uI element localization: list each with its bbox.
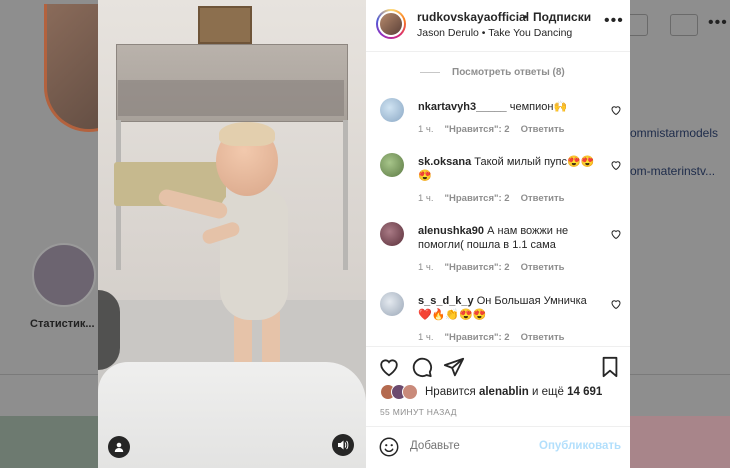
post-panel: rudkovskayaofficial • Подписки Jason Der… <box>366 0 630 468</box>
commenter-avatar[interactable] <box>380 292 404 316</box>
comment-text: sk.oksana Такой милый пупс😍😍😍 <box>418 155 602 183</box>
bg-dropdown-button <box>670 14 698 36</box>
save-bookmark-icon[interactable] <box>600 356 620 378</box>
commenter-avatar[interactable] <box>380 153 404 177</box>
share-paper-plane-icon[interactable] <box>443 356 465 378</box>
comment-username[interactable]: s_s_d_k_y <box>418 295 474 307</box>
comment-meta: 1 ч. "Нравится": 2 Ответить <box>418 332 565 343</box>
post-video[interactable] <box>98 0 366 468</box>
divider <box>366 346 630 347</box>
bg-more-icon: ••• <box>708 14 728 31</box>
author-avatar[interactable] <box>376 9 406 39</box>
comment-time[interactable]: 1 ч. <box>418 332 434 343</box>
bg-bio-link-2: om-materinstv... <box>630 164 716 178</box>
likes-prefix: Нравится <box>425 386 476 398</box>
comment-username[interactable]: sk.oksana <box>418 156 471 168</box>
post-header: rudkovskayaofficial • Подписки Jason Der… <box>366 0 630 52</box>
likes-count[interactable]: 14 691 <box>567 386 602 398</box>
liker-avatar <box>402 384 418 400</box>
more-options-icon[interactable]: ••• <box>604 12 624 30</box>
like-heart-icon[interactable] <box>378 356 400 378</box>
comment-text: alenushka90 А нам вожжи не помогли( пошл… <box>418 224 602 252</box>
reply-button[interactable]: Ответить <box>521 262 565 273</box>
reply-button[interactable]: Ответить <box>521 124 565 135</box>
comment-likes[interactable]: "Нравится": 2 <box>445 332 510 343</box>
likes-text: Нравится alenablin и ещё 14 691 <box>425 386 602 398</box>
highlight-label: Статистик... <box>30 318 95 330</box>
comment-username[interactable]: nkartavyh3_____ <box>418 101 507 113</box>
publish-button[interactable]: Опубликовать <box>539 440 621 452</box>
video-scene-mirror <box>118 80 344 116</box>
comment-likes[interactable]: "Нравится": 2 <box>445 193 510 204</box>
tagged-user-icon[interactable] <box>108 436 130 458</box>
comment-likes[interactable]: "Нравится": 2 <box>445 262 510 273</box>
reply-button[interactable]: Ответить <box>521 332 565 343</box>
post-actions <box>378 356 620 378</box>
video-scene-baby <box>219 122 275 146</box>
commenter-avatar[interactable] <box>380 222 404 246</box>
view-replies-button[interactable]: Посмотреть ответы (8) <box>420 67 565 78</box>
comment-meta: 1 ч. "Нравится": 2 Ответить <box>418 124 565 135</box>
following-button[interactable]: Подписки <box>533 10 591 24</box>
replies-line <box>420 72 440 73</box>
comment-time[interactable]: 1 ч. <box>418 193 434 204</box>
like-comment-heart-icon[interactable] <box>610 228 622 240</box>
comment-meta: 1 ч. "Нравится": 2 Ответить <box>418 262 565 273</box>
comment-time[interactable]: 1 ч. <box>418 124 434 135</box>
reply-button[interactable]: Ответить <box>521 193 565 204</box>
post-timestamp[interactable]: 55 МИНУТ НАЗАД <box>380 407 457 417</box>
video-scene-baby <box>220 190 288 320</box>
comment-username[interactable]: alenushka90 <box>418 225 484 237</box>
like-comment-heart-icon[interactable] <box>610 104 622 116</box>
video-scene-shadow <box>98 290 120 370</box>
audio-track[interactable]: Jason Derulo • Take You Dancing <box>417 27 572 39</box>
comment-text: s_s_d_k_y Он Большая Умничка ❤️🔥👏😍😍 <box>418 294 602 322</box>
comment-time[interactable]: 1 ч. <box>418 262 434 273</box>
author-avatar-image <box>378 11 404 37</box>
comment-meta: 1 ч. "Нравится": 2 Ответить <box>418 193 565 204</box>
likes-user[interactable]: alenablin <box>479 386 529 398</box>
likes-middle: и ещё <box>532 386 564 398</box>
comment-likes[interactable]: "Нравится": 2 <box>445 124 510 135</box>
emoji-icon[interactable] <box>378 436 400 458</box>
comment-text: nkartavyh3_____ чемпион🙌 <box>418 100 602 114</box>
likes-summary[interactable]: Нравится alenablin и ещё 14 691 <box>380 384 602 400</box>
highlight-circle <box>32 243 96 307</box>
comment-body: чемпион🙌 <box>509 101 568 113</box>
video-scene-blanket <box>98 362 366 468</box>
comment-bubble-icon[interactable] <box>411 356 433 378</box>
divider <box>366 426 630 427</box>
replies-label: Посмотреть ответы (8) <box>452 67 565 78</box>
bg-thumbnail <box>0 416 98 468</box>
separator-dot: • <box>523 10 528 24</box>
author-username[interactable]: rudkovskayaofficial <box>417 10 529 24</box>
bg-bio-link: ommistarmodels <box>630 126 719 140</box>
like-comment-heart-icon[interactable] <box>610 159 622 171</box>
commenter-avatar[interactable] <box>380 98 404 122</box>
video-scene-frame <box>198 6 252 44</box>
bg-thumbnail <box>630 416 730 468</box>
like-comment-heart-icon[interactable] <box>610 298 622 310</box>
sound-toggle-icon[interactable] <box>332 434 354 456</box>
